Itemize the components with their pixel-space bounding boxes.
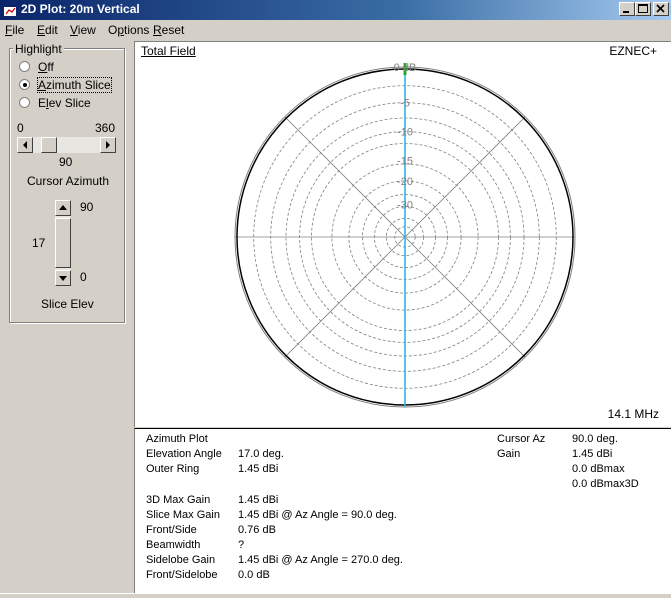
radio-elev-slice-circle[interactable] <box>19 97 30 108</box>
minimize-icon <box>623 11 629 13</box>
arrow-down-icon <box>59 276 67 281</box>
arrow-left-icon <box>23 141 27 149</box>
info-value: 0.0 dBmax3D <box>572 478 639 490</box>
highlight-group-label: Highlight <box>13 42 64 56</box>
azimuth-max-label: 360 <box>95 121 116 135</box>
ring-label: -15 <box>397 156 413 168</box>
app-icon <box>4 4 16 16</box>
plot-title: Total Field <box>141 44 196 58</box>
radio-off-label: Off <box>38 60 54 74</box>
cursor-azimuth-thumb[interactable] <box>41 137 57 153</box>
polar-plot-area[interactable]: 0 dB -5 -10 -15 -20 -30 Total Field EZNEC+ 14… <box>134 41 671 427</box>
info-value: ? <box>238 539 245 551</box>
scroll-left-button[interactable] <box>17 137 33 153</box>
polar-plot[interactable]: 0 dB -5 -10 -15 -20 -30 <box>135 42 671 427</box>
cursor-azimuth-label: Cursor Azimuth <box>27 174 110 188</box>
cursor-azimuth-scrollbar[interactable] <box>17 137 116 153</box>
info-value: 0.0 dBmax <box>572 463 625 475</box>
radio-azimuth-slice-circle[interactable] <box>19 79 30 90</box>
info-label: Front/Sidelobe <box>146 569 218 581</box>
plot-frequency: 14.1 MHz <box>607 407 659 421</box>
minimize-button[interactable] <box>619 2 635 16</box>
arrow-right-icon <box>106 141 110 149</box>
status-bar <box>0 593 671 598</box>
close-icon <box>656 4 665 13</box>
elev-max-label: 90 <box>80 200 94 214</box>
scroll-down-button[interactable] <box>55 270 71 286</box>
info-value: 90.0 deg. <box>572 433 618 445</box>
info-label: Slice Max Gain <box>146 509 220 521</box>
arrow-up-icon <box>59 205 67 210</box>
info-value: 0.0 dB <box>238 569 270 581</box>
info-value: 1.45 dBi @ Az Angle = 270.0 deg. <box>238 554 403 566</box>
ring-label: -30 <box>397 200 413 212</box>
info-value: 1.45 dBi <box>238 463 279 475</box>
scroll-right-button[interactable] <box>100 137 116 153</box>
title-bar: 2D Plot: 20m Vertical <box>0 0 671 20</box>
info-value: 17.0 deg. <box>238 448 284 460</box>
slice-elev-value: 17 <box>32 236 46 250</box>
slice-elev-thumb[interactable] <box>55 218 71 268</box>
menu-bar: File Edit View Options Reset <box>0 20 671 40</box>
maximize-icon <box>638 4 648 13</box>
plot-brand: EZNEC+ <box>609 44 657 58</box>
info-label: Azimuth Plot <box>146 433 208 445</box>
info-label: 3D Max Gain <box>146 494 211 506</box>
radio-azimuth-slice-label: Azimuth Slice <box>37 77 112 93</box>
maximize-button[interactable] <box>635 2 651 16</box>
menu-reset[interactable]: Reset <box>153 23 184 37</box>
menu-file[interactable]: File <box>5 23 24 37</box>
elev-min-label: 0 <box>80 270 87 284</box>
slice-elev-label: Slice Elev <box>41 297 94 311</box>
control-panel: Highlight Off Azimuth Slice Elev Slice 0… <box>0 40 133 593</box>
info-value: 1.45 dBi @ Az Angle = 90.0 deg. <box>238 509 397 521</box>
ring-label: 0 dB <box>394 62 417 74</box>
azimuth-min-label: 0 <box>17 121 24 135</box>
slice-elev-scrollbar[interactable] <box>55 200 71 286</box>
info-value: 0.76 dB <box>238 524 276 536</box>
radio-off-circle[interactable] <box>19 61 30 72</box>
close-button[interactable] <box>653 2 669 16</box>
info-label: Gain <box>497 448 521 460</box>
window-title: 2D Plot: 20m Vertical <box>21 2 140 16</box>
ring-label: -20 <box>397 176 413 188</box>
info-label: Elevation Angle <box>146 448 222 460</box>
menu-options[interactable]: Options <box>108 23 149 37</box>
scroll-up-button[interactable] <box>55 200 71 216</box>
menu-edit[interactable]: Edit <box>37 23 58 37</box>
info-label: Front/Side <box>146 524 197 536</box>
radio-elev-slice-label: Elev Slice <box>38 96 91 110</box>
info-label: Outer Ring <box>146 463 200 475</box>
info-value: 1.45 dBi <box>238 494 279 506</box>
info-label: Sidelobe Gain <box>146 554 216 566</box>
info-value: 1.45 dBi <box>572 448 613 460</box>
cursor-azimuth-value: 90 <box>59 155 73 169</box>
menu-view[interactable]: View <box>70 23 96 37</box>
ring-label: -10 <box>397 127 413 139</box>
info-label: Cursor Az <box>497 433 546 445</box>
info-label: Beamwidth <box>146 539 201 551</box>
ring-label: -5 <box>400 98 410 110</box>
plot-info-panel: Azimuth Plot Elevation Angle 17.0 deg. O… <box>134 428 671 593</box>
